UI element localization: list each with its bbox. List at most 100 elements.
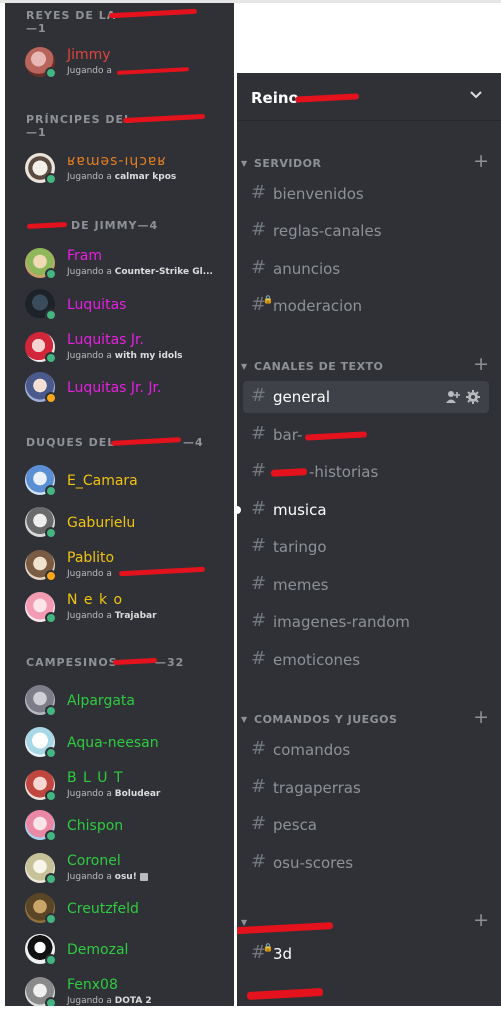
avatar — [25, 507, 57, 539]
channel-item[interactable]: # imagenes-random — [243, 606, 489, 638]
member-item[interactable]: Alpargata — [5, 683, 234, 721]
invite-icon[interactable] — [446, 391, 460, 403]
member-name: Luquitas — [67, 297, 127, 313]
status-online-icon — [45, 790, 57, 802]
collapse-arrow-icon: ▼ — [241, 159, 248, 168]
channel-name: musica — [273, 501, 327, 519]
channel-item-unread[interactable]: #🔒 3d — [243, 938, 489, 970]
member-item[interactable]: Fenx08 Jugando a DOTA 2 — [5, 973, 234, 1006]
activity-name: Trajabar — [114, 611, 157, 621]
member-name: B L U T — [67, 770, 124, 786]
channel-name: taringo — [273, 538, 327, 556]
status-online-icon — [45, 997, 57, 1006]
channel-item[interactable]: # -historias — [243, 456, 489, 488]
channel-item[interactable]: # comandos — [243, 734, 489, 766]
add-channel-icon[interactable]: + — [473, 355, 489, 374]
activity-name: with my idols — [114, 351, 183, 361]
member-list: REYES DE LA —1 Jimmy Jugando a PRÍNCIPES… — [5, 3, 234, 1006]
member-item[interactable]: E_Camara — [5, 463, 234, 501]
channel-item[interactable]: # bienvenidos — [243, 178, 489, 210]
status-online-icon — [45, 612, 57, 624]
member-activity: Jugando a Trajabar — [67, 611, 157, 622]
role-count: —1 — [26, 22, 47, 35]
channel-name: reglas-canales — [273, 222, 382, 240]
text-channel-icon: # — [251, 219, 267, 240]
member-item[interactable]: Gaburielu — [5, 505, 234, 543]
member-item[interactable]: N e k o Jugando a Trajabar — [5, 588, 234, 626]
member-name: E_Camara — [67, 473, 138, 489]
member-item[interactable]: Luquitas Jr. Jr. — [5, 370, 234, 408]
server-header[interactable]: Reino — [237, 73, 501, 121]
channel-item[interactable]: # anuncios — [243, 253, 489, 285]
chevron-down-icon[interactable] — [469, 87, 483, 101]
avatar — [25, 372, 57, 404]
channel-item[interactable]: # bar- — [243, 419, 489, 451]
member-item[interactable]: Fram Jugando a Counter-Strike Gl... — [5, 244, 234, 282]
status-online-icon — [45, 913, 57, 925]
member-item[interactable]: B L U T Jugando a Boludear — [5, 766, 234, 804]
member-item[interactable]: Pablito Jugando a — [5, 546, 234, 584]
redaction-scribble — [118, 566, 206, 577]
status-idle-icon — [45, 392, 57, 404]
channel-name: comandos — [273, 741, 351, 759]
member-item[interactable]: Aqua-neesan — [5, 725, 234, 763]
text-channel-icon: # — [251, 776, 267, 797]
member-item[interactable]: Chispon — [5, 808, 234, 846]
channel-name: pesca — [273, 816, 318, 834]
redaction-scribble — [116, 67, 190, 75]
redaction-scribble — [122, 113, 206, 124]
channel-item[interactable]: # emoticones — [243, 644, 489, 676]
channel-item-active[interactable]: # general — [243, 381, 489, 413]
category-canales-de-texto[interactable]: ▼ CANALES DE TEXTO + — [241, 355, 493, 375]
add-channel-icon[interactable]: + — [473, 911, 489, 930]
status-idle-icon — [45, 570, 57, 582]
member-item[interactable]: Luquitas — [5, 287, 234, 325]
channel-item[interactable]: # osu-scores — [243, 847, 489, 879]
text-channel-icon: # — [251, 648, 267, 669]
member-activity: Jugando a Counter-Strike Gl... — [67, 267, 213, 278]
redaction-scribble — [112, 657, 158, 666]
avatar — [25, 770, 57, 802]
gear-icon[interactable] — [466, 390, 480, 404]
member-item[interactable]: ʁɐɯǝs-ıɥɔɐʁ Jugando a calmar kpos — [5, 149, 234, 187]
avatar — [25, 810, 57, 842]
member-name: ʁɐɯǝs-ıɥɔɐʁ — [67, 153, 167, 169]
channel-item[interactable]: # tragaperras — [243, 772, 489, 804]
channel-name: imagenes-random — [273, 613, 410, 631]
add-channel-icon[interactable]: + — [473, 152, 489, 171]
category-comandos-y-juegos[interactable]: ▼ COMANDOS Y JUEGOS + — [241, 708, 493, 728]
channel-item[interactable]: # taringo — [243, 531, 489, 563]
channel-name: 3d — [273, 945, 293, 963]
member-activity: Jugando a DOTA 2 — [67, 996, 152, 1006]
status-online-icon — [45, 954, 57, 966]
channel-name: anuncios — [273, 260, 341, 278]
channel-item-unread[interactable]: # musica — [237, 494, 489, 526]
member-item[interactable]: Coronel Jugando a osu! — [5, 849, 234, 887]
channel-item[interactable]: # pesca — [243, 809, 489, 841]
channel-name: bar- — [273, 426, 303, 444]
channel-item[interactable]: #🔒 moderacion — [243, 290, 489, 322]
member-name: N e k o — [67, 592, 124, 608]
activity-name: calmar kpos — [114, 172, 177, 182]
member-name: Demozal — [67, 942, 129, 958]
channel-item[interactable]: # memes — [243, 569, 489, 601]
role-count: —4 — [183, 436, 204, 449]
status-online-icon — [45, 173, 57, 185]
avatar — [25, 685, 57, 717]
status-online-icon — [45, 67, 57, 79]
member-item[interactable]: Jimmy Jugando a — [5, 43, 234, 81]
member-item[interactable]: Demozal — [5, 932, 234, 970]
add-channel-icon[interactable]: + — [473, 708, 489, 727]
member-name: Luquitas Jr. — [67, 332, 144, 348]
member-item[interactable]: Creutzfeld — [5, 891, 234, 929]
text-channel-icon: # — [251, 460, 267, 481]
member-activity: Jugando a calmar kpos — [67, 172, 176, 183]
category-servidor[interactable]: ▼ SERVIDOR + — [241, 152, 493, 172]
role-header: DE JIMMY—4 — [71, 219, 159, 232]
channel-item[interactable]: # reglas-canales — [243, 215, 489, 247]
channel-name: moderacion — [273, 297, 362, 315]
activity-name: Boludear — [114, 789, 161, 799]
activity-prefix: Jugando a — [67, 172, 112, 182]
member-item[interactable]: Luquitas Jr. Jugando a with my idols — [5, 328, 234, 366]
role-count: —1 — [26, 126, 47, 139]
